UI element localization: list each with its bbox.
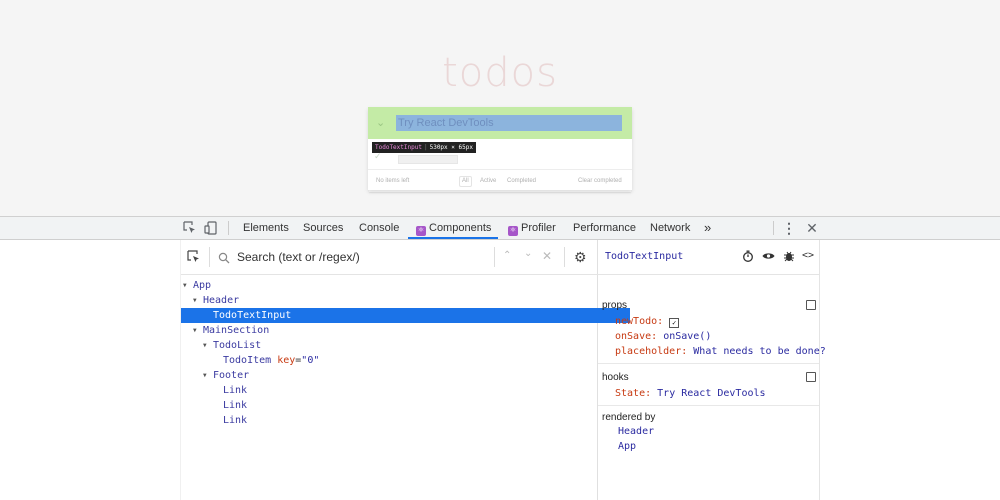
prop-onsave: onSave: onSave(): [615, 331, 712, 342]
toolbar-divider: [773, 221, 774, 235]
filter-completed-link[interactable]: Completed: [507, 178, 536, 184]
search-divider: [564, 247, 565, 267]
copy-hooks-icon[interactable]: [806, 372, 816, 382]
rendered-by-label: rendered by: [602, 412, 656, 423]
tree-row-link[interactable]: Link: [181, 398, 640, 413]
inspector-panel: TodoTextInput <> props newTodo: ✓ onSave…: [598, 240, 826, 500]
browser-viewport: todos ⌄ Try React DevTools ✓ No items le…: [0, 0, 1000, 216]
props-section-label: props: [602, 300, 628, 311]
inspect-tooltip: TodoTextInput | 530px × 65px: [372, 142, 476, 153]
kebab-menu-icon[interactable]: ⋮: [782, 221, 796, 235]
todo-footer: No items left All Active Completed Clear…: [368, 169, 632, 191]
tab-components-label: Components: [429, 222, 492, 234]
more-tabs-button[interactable]: »: [704, 217, 711, 239]
prop-newtodo: newTodo: ✓: [615, 316, 680, 328]
tab-sources[interactable]: Sources: [303, 217, 343, 239]
search-prev-icon[interactable]: ⌃: [503, 250, 511, 261]
tab-components[interactable]: ⚛ Components: [408, 217, 498, 239]
tree-row-todoitem[interactable]: TodoItem key="0": [181, 353, 640, 368]
tree-row-app[interactable]: ▼ App: [181, 278, 600, 293]
expand-arrow-icon[interactable]: ▼: [183, 278, 193, 293]
selected-component-name: TodoTextInput: [605, 251, 684, 262]
prop-placeholder[interactable]: placeholder: What needs to be done?: [615, 346, 826, 357]
inspect-tooltip-size: 530px × 65px: [429, 144, 473, 151]
device-toolbar-icon[interactable]: [204, 221, 218, 235]
hook-state[interactable]: State: Try React DevTools: [615, 388, 766, 399]
rendered-by-header[interactable]: Header: [618, 426, 654, 437]
tree-row-footer[interactable]: ▼ Footer: [181, 368, 620, 383]
inspect-dom-eye-icon[interactable]: [762, 250, 775, 265]
suspend-timer-icon[interactable]: [742, 250, 754, 265]
log-to-console-bug-icon[interactable]: [783, 250, 795, 265]
tree-row-todolist[interactable]: ▼ TodoList: [181, 338, 620, 353]
newtodo-checkbox[interactable]: ✓: [669, 318, 680, 328]
expand-arrow-icon[interactable]: ▼: [193, 293, 203, 308]
component-tree-panel: Search (text or /regex/) ⌃ ⌄ ✕ ⚙ ▼ App ▼ H…: [180, 240, 630, 500]
tree-row-todotextinput[interactable]: TodoTextInput: [181, 308, 630, 323]
expand-arrow-icon[interactable]: ▼: [203, 338, 213, 353]
filter-all-link[interactable]: All: [459, 176, 472, 187]
tree-row-link[interactable]: Link: [181, 383, 640, 398]
app-title: todos: [442, 50, 558, 96]
tab-network[interactable]: Network: [650, 217, 690, 239]
expand-arrow-icon[interactable]: ▼: [203, 368, 213, 383]
todo-input-highlight: ⌄ Try React DevTools: [368, 107, 632, 139]
todo-item[interactable]: ✓: [368, 151, 632, 169]
devtools-panel: Elements Sources Console ⚛ Components ⚛ Pr…: [0, 216, 1000, 500]
react-icon: ⚛: [416, 226, 426, 236]
tab-profiler-label: Profiler: [521, 222, 556, 234]
search-divider: [494, 247, 495, 267]
search-next-icon[interactable]: ⌄: [524, 248, 532, 259]
search-divider: [209, 247, 210, 267]
react-icon: ⚛: [508, 226, 518, 236]
search-clear-icon[interactable]: ✕: [542, 249, 552, 263]
view-source-icon[interactable]: <>: [802, 250, 814, 261]
todo-count: No items left: [376, 178, 410, 184]
filter-active-link[interactable]: Active: [480, 178, 496, 184]
tree-row-mainsection[interactable]: ▼ MainSection: [181, 323, 610, 338]
devtools-tabbar: Elements Sources Console ⚛ Components ⚛ Pr…: [0, 216, 1000, 240]
tab-profiler[interactable]: ⚛ Profiler: [508, 217, 556, 239]
expand-arrow-icon[interactable]: ▼: [193, 323, 203, 338]
toolbar-divider: [228, 221, 229, 235]
toggle-all-chevron-icon[interactable]: ⌄: [376, 116, 385, 129]
component-search-input[interactable]: Search (text or /regex/): [237, 250, 360, 264]
rendered-by-app[interactable]: App: [618, 441, 636, 452]
clear-completed-button[interactable]: Clear completed: [578, 178, 622, 184]
tab-performance[interactable]: Performance: [573, 217, 636, 239]
close-icon[interactable]: ✕: [805, 221, 819, 235]
new-todo-input[interactable]: Try React DevTools: [396, 115, 622, 131]
tree-row-link[interactable]: Link: [181, 413, 640, 428]
section-divider: [598, 405, 819, 406]
hooks-section-label: hooks: [602, 372, 629, 383]
inspector-header: TodoTextInput <>: [598, 240, 819, 275]
tab-console[interactable]: Console: [359, 217, 399, 239]
section-divider: [598, 363, 819, 364]
inspect-element-icon[interactable]: [183, 221, 197, 235]
tree-row-header[interactable]: ▼ Header: [181, 293, 610, 308]
search-icon: [218, 251, 230, 269]
todo-item-text-placeholder: [398, 155, 458, 164]
settings-gear-icon[interactable]: ⚙: [574, 249, 587, 266]
component-search-bar: Search (text or /regex/) ⌃ ⌄ ✕ ⚙: [181, 240, 599, 275]
tab-elements[interactable]: Elements: [243, 217, 289, 239]
inspect-tooltip-name: TodoTextInput: [375, 144, 422, 151]
copy-props-icon[interactable]: [806, 300, 816, 310]
select-element-icon[interactable]: [187, 250, 201, 269]
